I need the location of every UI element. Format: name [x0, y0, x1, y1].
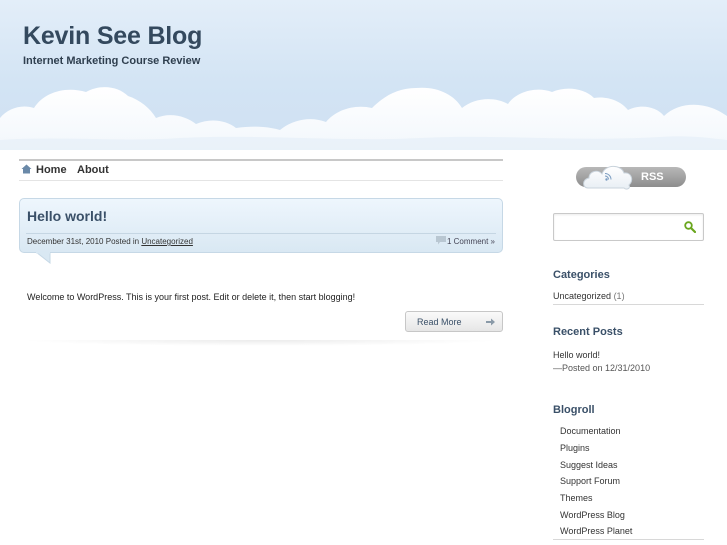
comment-icon	[436, 236, 446, 245]
post-meta: December 31st, 2010 Posted in Uncategori…	[27, 237, 193, 246]
blogroll-link[interactable]: WordPress Planet	[560, 526, 632, 536]
recent-posts-title: Recent Posts	[553, 326, 623, 338]
categories-divider	[553, 304, 704, 305]
nav-item-home[interactable]: Home	[21, 164, 67, 176]
rss-label: RSS	[641, 171, 664, 183]
posted-in-label: Posted in	[105, 237, 140, 246]
site-header: Kevin See Blog Internet Marketing Course…	[0, 0, 727, 150]
comments-link[interactable]: 1 Comment »	[447, 237, 495, 246]
nav-item-about[interactable]: About	[77, 164, 109, 176]
blogroll-link[interactable]: Documentation	[560, 426, 621, 436]
blogroll-link[interactable]: Suggest Ideas	[560, 460, 618, 470]
recent-post-link[interactable]: Hello world!	[553, 350, 600, 360]
blogroll-link[interactable]: Themes	[560, 493, 593, 503]
blogroll-link[interactable]: WordPress Blog	[560, 510, 625, 520]
recent-post-date: —Posted on 12/31/2010	[553, 363, 651, 373]
post-meta-divider	[26, 233, 496, 234]
arrow-right-icon	[486, 318, 495, 326]
search-input[interactable]	[558, 218, 682, 238]
main-nav: Home About	[19, 159, 503, 181]
rss-feed-button[interactable]	[574, 158, 688, 194]
post-content: Welcome to WordPress. This is your first…	[27, 292, 356, 302]
post-header: Hello world! December 31st, 2010 Posted …	[19, 198, 503, 253]
read-more-label: Read More	[417, 317, 462, 327]
search-icon[interactable]	[684, 221, 696, 233]
read-more-button[interactable]: Read More	[405, 311, 503, 332]
site-description: Internet Marketing Course Review	[23, 55, 201, 67]
blogroll-divider	[553, 539, 704, 540]
blogroll-title: Blogroll	[553, 404, 595, 416]
site-title[interactable]: Kevin See Blog	[23, 22, 202, 51]
category-item[interactable]: Uncategorized (1)	[553, 291, 625, 301]
post-category-link[interactable]: Uncategorized	[141, 237, 193, 246]
search-form	[553, 213, 704, 241]
blogroll-link[interactable]: Support Forum	[560, 476, 620, 486]
post-date: December 31st, 2010	[27, 237, 104, 246]
post-title[interactable]: Hello world!	[27, 208, 107, 224]
blogroll-link[interactable]: Plugins	[560, 443, 590, 453]
category-link[interactable]: Uncategorized	[553, 291, 611, 301]
post-divider-shadow	[19, 340, 503, 346]
category-count: (1)	[613, 291, 625, 301]
post-header-pointer	[36, 252, 51, 264]
home-icon	[21, 164, 32, 174]
nav-item-label: Home	[36, 164, 67, 176]
categories-title: Categories	[553, 269, 610, 281]
